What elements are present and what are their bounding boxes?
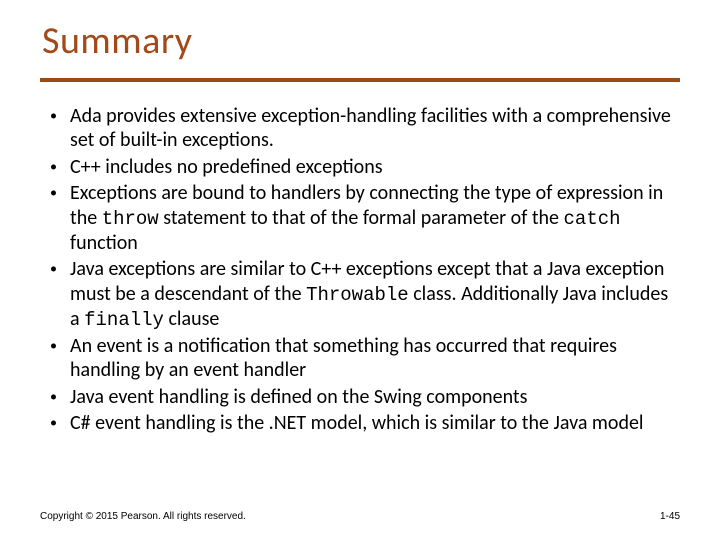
text-span: C++ includes no predefined exceptions — [70, 155, 383, 179]
footer: Copyright © 2015 Pearson. All rights res… — [40, 511, 680, 522]
text-span: function — [70, 231, 138, 255]
page-number: 1-45 — [660, 511, 680, 522]
text-span: clause — [164, 307, 219, 331]
code-span: throw — [102, 208, 159, 230]
bullet-list: Ada provides extensive exception-handlin… — [40, 104, 680, 435]
code-span: catch — [564, 208, 621, 230]
bullet-item: C# event handling is the .NET model, whi… — [46, 411, 680, 435]
bullet-item: C++ includes no predefined exceptions — [46, 155, 680, 179]
text-span: Ada provides extensive exception-handlin… — [70, 104, 671, 152]
code-span: finally — [84, 309, 164, 331]
bullet-item: An event is a notification that somethin… — [46, 334, 680, 383]
copyright-text: Copyright © 2015 Pearson. All rights res… — [40, 511, 246, 522]
text-span: Java event handling is defined on the Sw… — [70, 385, 527, 409]
title-rule — [40, 78, 680, 82]
bullet-item: Java exceptions are similar to C++ excep… — [46, 257, 680, 332]
slide: Summary Ada provides extensive exception… — [0, 0, 720, 540]
text-span: C# event handling is the .NET model, whi… — [70, 411, 644, 435]
bullet-item: Java event handling is defined on the Sw… — [46, 385, 680, 409]
bullet-item: Ada provides extensive exception-handlin… — [46, 104, 680, 153]
text-span: statement to that of the formal paramete… — [159, 206, 564, 230]
code-span: Throwable — [306, 284, 409, 306]
text-span: An event is a notification that somethin… — [70, 334, 617, 382]
slide-title: Summary — [42, 18, 680, 64]
bullet-item: Exceptions are bound to handlers by conn… — [46, 181, 680, 255]
